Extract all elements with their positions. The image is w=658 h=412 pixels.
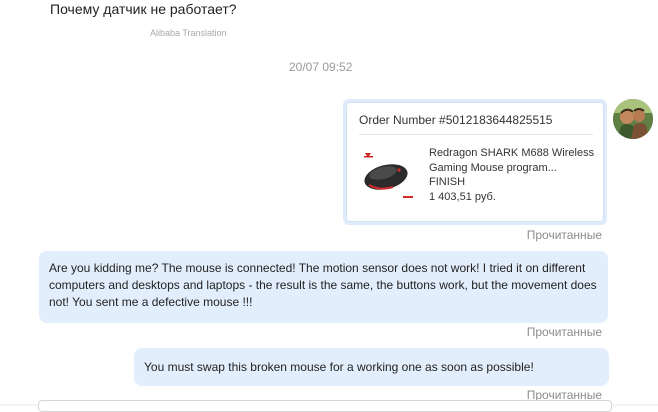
gaming-mouse-icon bbox=[359, 145, 419, 205]
message-input[interactable] bbox=[38, 400, 612, 412]
user-avatar[interactable] bbox=[613, 99, 653, 139]
read-status: Прочитанные bbox=[526, 325, 602, 339]
product-price: 1 403,51 руб. bbox=[429, 191, 496, 203]
order-status: FINISH bbox=[429, 176, 466, 188]
message-bubble: You must swap this broken mouse for a wo… bbox=[134, 348, 609, 386]
translation-tag: Alibaba Translation bbox=[150, 28, 227, 38]
product-title[interactable]: Redragon SHARK M688 Wireless Gaming Mous… bbox=[429, 146, 599, 176]
translated-message: Почему датчик не работает? bbox=[50, 1, 237, 17]
date-separator: 20/07 09:52 bbox=[289, 60, 353, 74]
order-card[interactable]: Order Number #5012183644825515 Redragon … bbox=[343, 99, 607, 225]
order-divider bbox=[359, 134, 593, 135]
message-bubble: Are you kidding me? The mouse is connect… bbox=[39, 251, 608, 323]
order-card-inner: Order Number #5012183644825515 Redragon … bbox=[346, 102, 604, 222]
product-image[interactable] bbox=[359, 145, 419, 205]
avatar-photo-icon bbox=[613, 99, 653, 139]
order-number[interactable]: Order Number #5012183644825515 bbox=[359, 113, 552, 127]
read-status: Прочитанные bbox=[526, 228, 602, 242]
